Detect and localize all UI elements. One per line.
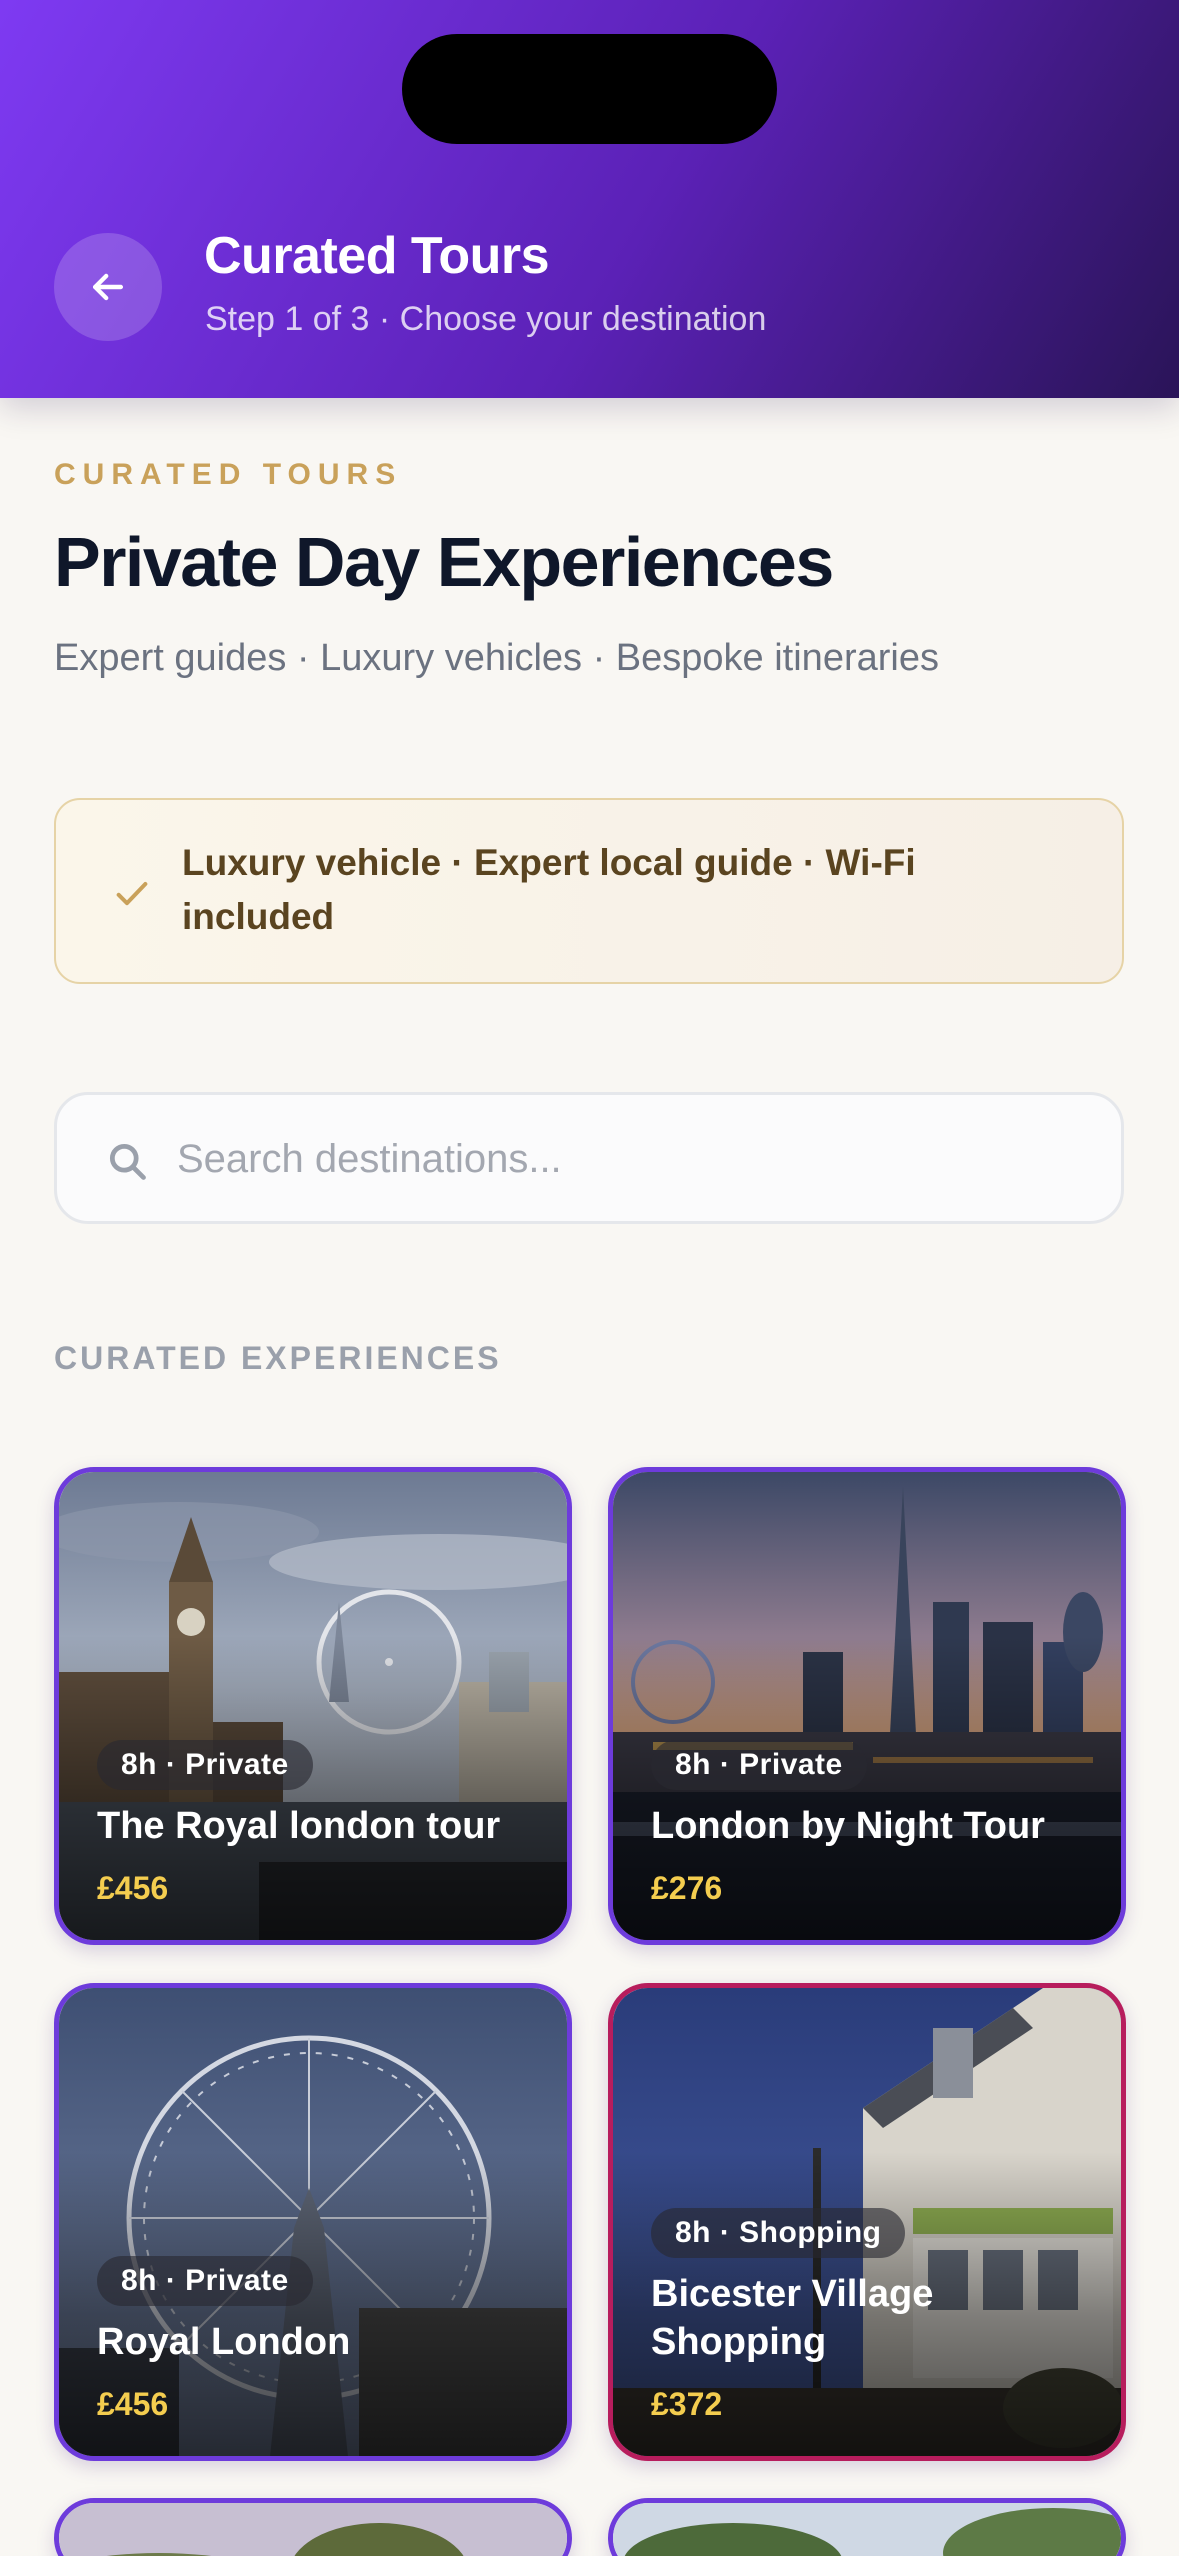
search-bar[interactable] (54, 1092, 1124, 1224)
card-title: London by Night Tour (651, 1805, 1045, 1847)
inclusions-text: Luxury vehicle · Expert local guide · Wi… (182, 842, 916, 937)
header-title: Curated Tours (204, 227, 550, 285)
duration-badge: 8h · Private (651, 1740, 867, 1790)
check-icon (116, 882, 148, 906)
experience-card[interactable]: 8h · Shopping Bicester Village Shopping … (608, 1983, 1126, 2461)
card-price: £456 (97, 1870, 169, 1906)
arrow-left-icon (92, 273, 124, 301)
card-photo (59, 2503, 567, 2556)
experience-card[interactable]: 8h · Private London by Night Tour £276 (608, 1467, 1126, 1945)
card-title: Bicester Village Shopping (651, 2273, 934, 2363)
page-title: Private Day Experiences (54, 523, 834, 601)
search-icon (109, 1143, 146, 1180)
duration-badge: 8h · Private (97, 2256, 313, 2306)
dynamic-island (402, 34, 777, 144)
card-price: £372 (651, 2386, 723, 2422)
header-bar: Curated Tours Step 1 of 3 · Choose your … (0, 0, 1179, 398)
card-price: £456 (97, 2386, 169, 2422)
experience-card-partial[interactable] (608, 2498, 1126, 2556)
card-price: £276 (651, 1870, 723, 1906)
card-title: The Royal london tour (97, 1805, 501, 1847)
experience-card[interactable]: 8h · Private Royal London £456 (54, 1983, 572, 2461)
eyebrow-label: CURATED TOURS (54, 458, 403, 491)
experience-card-partial[interactable] (54, 2498, 572, 2556)
card-title: Royal London (97, 2321, 351, 2363)
duration-badge: 8h · Private (97, 1740, 313, 1790)
header-step-subtitle: Step 1 of 3 · Choose your destination (205, 300, 767, 338)
inclusions-banner: Luxury vehicle · Expert local guide · Wi… (54, 798, 1124, 984)
card-photo (613, 2503, 1121, 2556)
search-input[interactable] (177, 1119, 1077, 1199)
page-subtitle: Expert guides · Luxury vehicles · Bespok… (54, 637, 939, 679)
category-badge: 8h · Shopping (651, 2208, 906, 2258)
experience-card[interactable]: 8h · Private The Royal london tour £456 (54, 1467, 572, 1945)
back-button[interactable] (54, 233, 162, 341)
section-label: CURATED EXPERIENCES (54, 1340, 502, 1376)
